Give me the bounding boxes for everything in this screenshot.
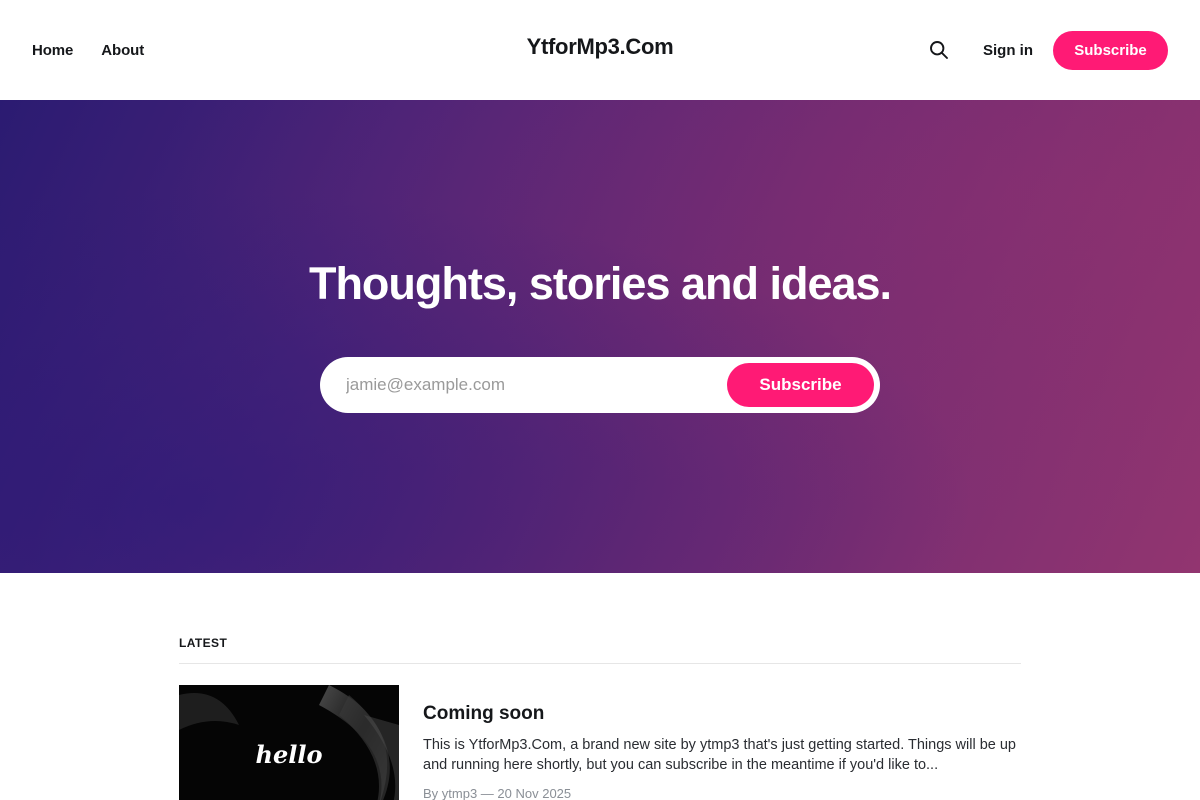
- thumbnail-text: hello: [256, 740, 323, 769]
- thumbnail-art: hello: [179, 685, 399, 800]
- post-excerpt: This is YtforMp3.Com, a brand new site b…: [423, 737, 1016, 773]
- email-input[interactable]: [346, 371, 716, 399]
- post-meta: By ytmp3 — 20 Nov 2025: [423, 786, 572, 800]
- post-card[interactable]: hello Coming soon This is YtforMp3.Com, …: [179, 685, 1021, 800]
- header-actions: Sign in Subscribe: [927, 0, 1168, 100]
- search-icon: [930, 41, 948, 59]
- signup-form: Subscribe: [320, 357, 880, 413]
- hero-background: [0, 100, 1200, 573]
- search-button[interactable]: [927, 38, 951, 62]
- hero-section: Thoughts, stories and ideas. Subscribe: [0, 100, 1200, 573]
- post-title[interactable]: Coming soon: [423, 703, 544, 725]
- header-subscribe-button[interactable]: Subscribe: [1053, 30, 1168, 70]
- latest-heading: LATEST: [179, 636, 228, 650]
- latest-section: LATEST hello Coming soon This is YtforMp…: [179, 636, 1021, 800]
- hero-subscribe-button[interactable]: Subscribe: [727, 363, 874, 407]
- section-divider: [179, 663, 1021, 664]
- post-thumbnail[interactable]: hello: [179, 685, 399, 800]
- signin-link[interactable]: Sign in: [983, 42, 1033, 59]
- site-header: Home About YtforMp3.Com Sign in Subscrib…: [0, 0, 1200, 100]
- hero-title: Thoughts, stories and ideas.: [308, 258, 892, 309]
